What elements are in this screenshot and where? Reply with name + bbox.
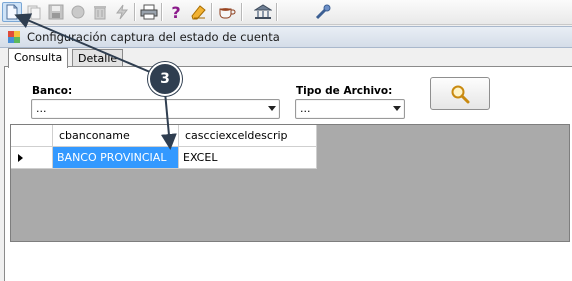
tipo-archivo-label: Tipo de Archivo: [296, 85, 393, 97]
bank-button[interactable] [253, 2, 273, 22]
toolbar-separator [241, 3, 243, 21]
banco-select-value: ... [36, 102, 47, 115]
cell-cbanconame[interactable]: BANCO PROVINCIAL [53, 147, 179, 169]
app-icon [8, 31, 20, 43]
delete-button[interactable] [90, 2, 110, 22]
help-button[interactable]: ? [166, 2, 186, 22]
record-button[interactable] [68, 2, 88, 22]
chevron-down-icon [393, 106, 401, 111]
trash-icon [94, 6, 106, 20]
toolbar-separator [161, 3, 163, 21]
toolbar-separator [276, 3, 278, 21]
new-document-icon [6, 4, 18, 20]
cell-cascciexceldescrip[interactable]: EXCEL [179, 147, 317, 169]
clear-button[interactable] [188, 2, 208, 22]
results-grid: cbanconame cascciexceldescrip BANCO PROV… [10, 124, 570, 242]
lightning-icon [116, 4, 129, 20]
cup-icon [219, 8, 236, 19]
search-icon [451, 85, 470, 104]
window-title: Configuración captura del estado de cuen… [27, 30, 280, 44]
copy-icon [27, 5, 41, 20]
toolbar-separator [211, 3, 213, 21]
bank-icon [254, 4, 272, 19]
cell-value: EXCEL [183, 151, 218, 164]
new-document-button[interactable] [2, 2, 22, 22]
tools-button[interactable] [314, 2, 334, 22]
cup-button[interactable] [217, 2, 237, 22]
tab-label: Consulta [14, 51, 63, 64]
column-header-label: cbanconame [59, 129, 130, 142]
chevron-down-icon [268, 106, 276, 111]
step-badge: 3 [148, 62, 182, 96]
toolbar-separator [134, 3, 136, 21]
tipo-archivo-select-value: ... [300, 102, 311, 115]
banco-label: Banco: [32, 85, 73, 97]
row-header[interactable] [11, 147, 53, 169]
tab-detalle[interactable]: Detalle [72, 49, 124, 67]
record-icon [71, 5, 85, 19]
current-row-icon [18, 154, 23, 162]
print-icon [140, 4, 158, 20]
eraser-icon [191, 5, 206, 20]
main-toolbar: ? [0, 0, 572, 25]
tools-icon [315, 4, 331, 20]
window-titlebar: Configuración captura del estado de cuen… [0, 26, 572, 48]
config-window: Configuración captura del estado de cuen… [0, 26, 572, 281]
copy-button[interactable] [24, 2, 44, 22]
execute-button[interactable] [112, 2, 132, 22]
column-header-cascciexceldescrip[interactable]: cascciexceldescrip [179, 125, 317, 147]
banco-select[interactable]: ... [31, 99, 280, 119]
tab-label: Detalle [78, 52, 118, 65]
save-icon [48, 4, 64, 20]
cell-value: BANCO PROVINCIAL [57, 151, 167, 164]
search-button[interactable] [430, 77, 490, 110]
column-header-cbanconame[interactable]: cbanconame [53, 125, 179, 147]
column-header-label: cascciexceldescrip [185, 129, 288, 142]
tipo-archivo-select[interactable]: ... [295, 99, 405, 119]
tab-consulta[interactable]: Consulta [8, 48, 69, 68]
grid-corner-header [11, 125, 53, 147]
save-button[interactable] [46, 2, 66, 22]
help-icon: ? [171, 2, 181, 22]
print-button[interactable] [139, 2, 159, 22]
